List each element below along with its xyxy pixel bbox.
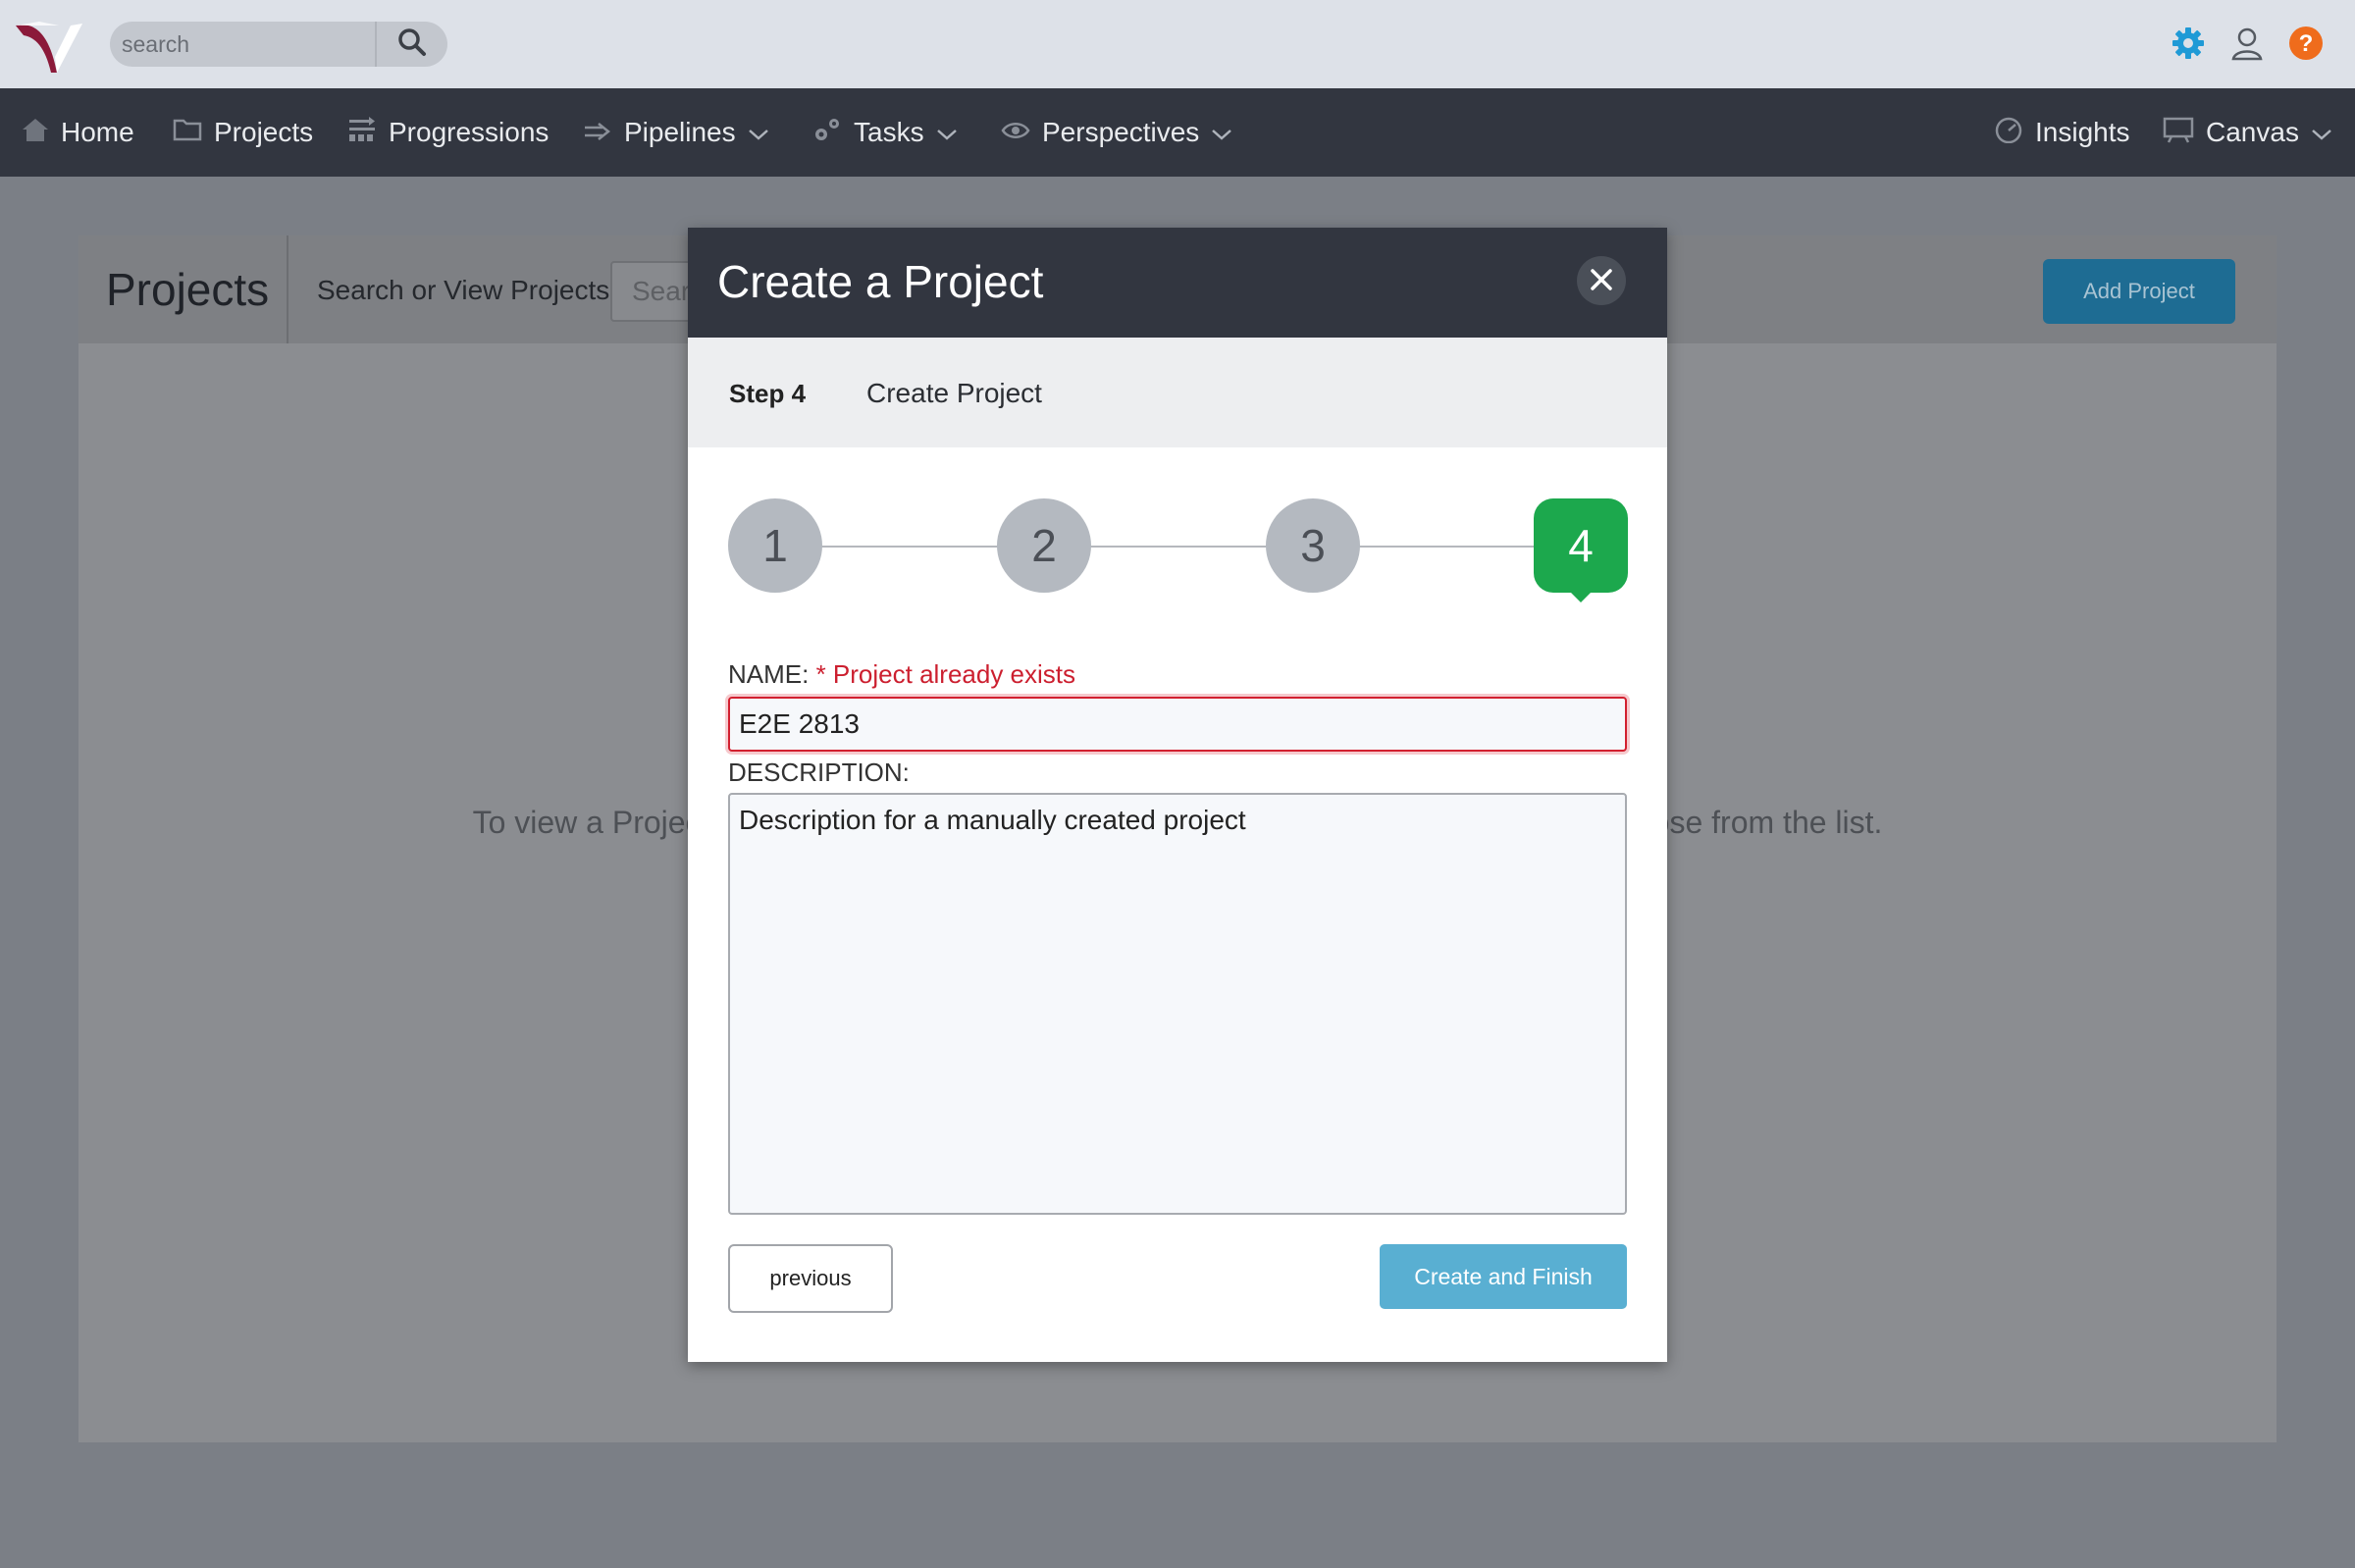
svg-text:?: ? [2299, 30, 2314, 57]
chevron-down-icon [936, 117, 958, 148]
name-error-message: * Project already exists [815, 659, 1076, 689]
global-search-input[interactable] [110, 22, 375, 67]
stepper-track [766, 546, 1571, 548]
step-4-active[interactable]: 4 [1534, 498, 1628, 593]
create-and-finish-button[interactable]: Create and Finish [1380, 1244, 1627, 1309]
gauge-icon [1994, 116, 2023, 150]
nav-pipelines[interactable]: Pipelines [583, 88, 769, 177]
step-bar: Step 4 Create Project [688, 338, 1667, 447]
search-icon [397, 27, 427, 62]
nav-insights-label: Insights [2035, 117, 2130, 147]
nav-perspectives[interactable]: Perspectives [1001, 88, 1232, 177]
logo-mark[interactable] [14, 18, 84, 74]
modal-title: Create a Project [717, 256, 1044, 307]
gear-icon [2171, 26, 2206, 66]
page-title: Projects [106, 264, 270, 315]
top-bar: ? [0, 0, 2355, 88]
nav-canvas[interactable]: Canvas [2163, 88, 2332, 177]
chevron-down-icon [1211, 117, 1232, 148]
previous-button[interactable]: previous [728, 1244, 893, 1313]
modal-header: Create a Project [688, 228, 1667, 338]
help-icon: ? [2288, 26, 2324, 66]
nav-pipelines-label: Pipelines [624, 117, 736, 147]
eye-icon [1001, 117, 1030, 148]
main-nav: Home Projects Progressions Pipelines Tas… [0, 88, 2355, 177]
description-label: DESCRIPTION: [728, 758, 910, 787]
step-2[interactable]: 2 [997, 498, 1091, 593]
chevron-down-icon [2311, 117, 2332, 148]
add-project-button[interactable]: Add Project [2043, 259, 2235, 324]
active-step-pointer [1569, 591, 1593, 602]
gears-icon [812, 116, 842, 150]
nav-perspectives-label: Perspectives [1042, 117, 1200, 147]
help-button[interactable]: ? [2286, 26, 2326, 65]
nav-canvas-label: Canvas [2206, 117, 2299, 147]
folder-icon [173, 117, 202, 148]
project-description-input[interactable]: Description for a manually created proje… [728, 793, 1627, 1215]
user-button[interactable] [2227, 26, 2267, 65]
nav-progressions[interactable]: Progressions [347, 88, 549, 177]
canvas-icon [2163, 116, 2194, 150]
modal-close-button[interactable] [1577, 256, 1626, 305]
step-number: Step 4 [729, 379, 807, 408]
header-divider [287, 235, 288, 343]
chevron-down-icon [748, 117, 769, 148]
create-project-modal: Create a Project Step 4 Create Project 1… [688, 228, 1667, 1362]
search-button[interactable] [375, 22, 447, 67]
name-field-label: NAME: * Project already exists [728, 659, 1075, 690]
nav-projects[interactable]: Projects [173, 88, 313, 177]
nav-projects-label: Projects [214, 117, 314, 147]
nav-home-label: Home [61, 117, 134, 147]
user-icon [2229, 26, 2265, 66]
name-label: NAME: [728, 659, 810, 689]
step-1[interactable]: 1 [728, 498, 822, 593]
progressions-icon [347, 116, 377, 150]
nav-progressions-label: Progressions [389, 117, 550, 147]
step-name: Create Project [866, 378, 1042, 408]
project-search-label: Search or View Projects: [317, 275, 618, 305]
nav-tasks-label: Tasks [854, 117, 924, 147]
step-3[interactable]: 3 [1266, 498, 1360, 593]
settings-button[interactable] [2169, 26, 2208, 65]
close-icon [1590, 268, 1613, 294]
nav-insights[interactable]: Insights [1994, 88, 2130, 177]
nav-home[interactable]: Home [22, 88, 134, 177]
global-search [110, 22, 447, 67]
nav-tasks[interactable]: Tasks [812, 88, 958, 177]
project-name-input[interactable] [728, 697, 1627, 752]
home-icon [22, 117, 49, 149]
pipelines-icon [583, 117, 612, 148]
